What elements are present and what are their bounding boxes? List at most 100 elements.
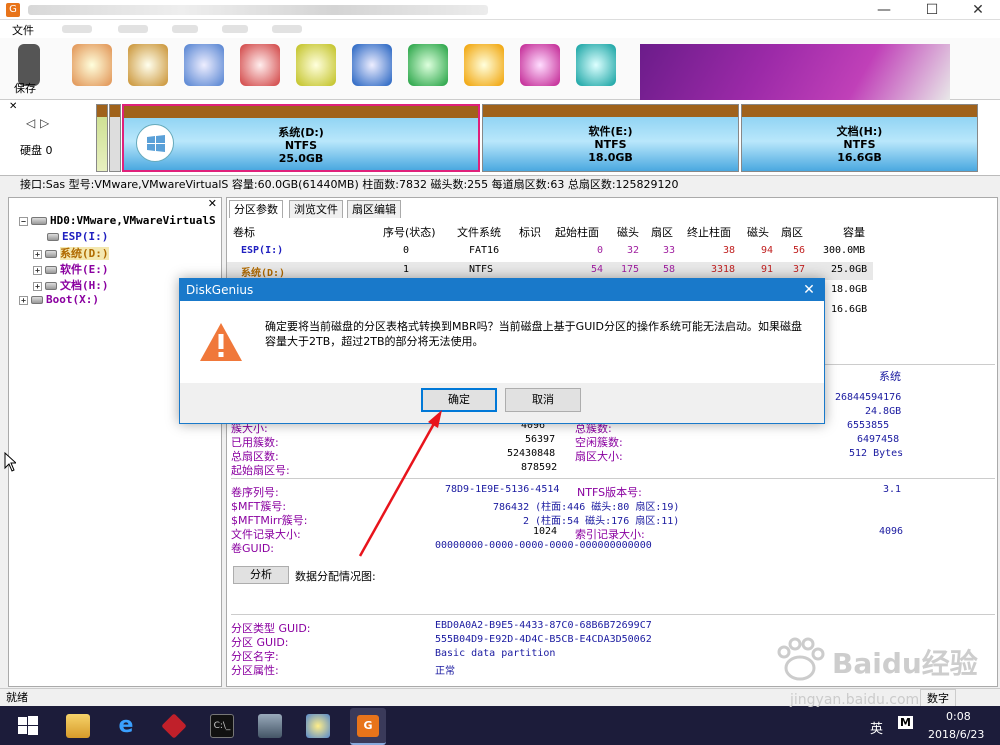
save-changes-icon[interactable] [408, 44, 448, 86]
ime-indicator[interactable]: 英 [870, 718, 883, 737]
col-header[interactable]: 扇区 [781, 224, 803, 240]
tab-browse-files[interactable]: 浏览文件 [289, 200, 343, 218]
menu-item-blurred[interactable] [222, 25, 248, 33]
ime-mode-icon[interactable]: M [898, 716, 913, 729]
dialog-title: DiskGenius [180, 279, 824, 301]
app-icon[interactable] [306, 714, 330, 738]
table-cell: 94 [761, 245, 774, 256]
expand-icon[interactable]: + [33, 249, 42, 259]
search-partition-icon[interactable] [72, 44, 112, 86]
window-title-blurred [28, 5, 488, 15]
collapse-icon[interactable]: − [19, 216, 28, 226]
maximize-button[interactable]: ☐ [910, 0, 954, 20]
table-cell: 1 [403, 264, 410, 275]
disk-icon [31, 217, 47, 225]
tab-partition-params[interactable]: 分区参数 [229, 200, 283, 218]
detail-value: 3.1 [883, 484, 902, 495]
clock-date[interactable]: 2018/6/23 [928, 728, 984, 741]
internet-explorer-icon[interactable]: e [114, 714, 138, 738]
tree-item-software[interactable]: + 软件(E:) [33, 261, 109, 277]
new-partition-icon[interactable] [240, 44, 280, 86]
next-disk-icon[interactable]: ▷ [40, 116, 49, 130]
col-header[interactable]: 终止柱面 [687, 224, 731, 240]
table-cell: 38 [723, 245, 736, 256]
table-cell: NTFS [469, 264, 494, 275]
backup-icon[interactable] [184, 44, 224, 86]
col-header[interactable]: 文件系统 [457, 224, 501, 240]
detail-value: 555B04D9-E92D-4D4C-B5CB-E4CDA3D50062 [435, 634, 652, 645]
col-header[interactable]: 序号(状态) [383, 224, 436, 240]
partition-bar-boot[interactable] [109, 104, 121, 172]
tool-icon[interactable] [576, 44, 616, 86]
menu-bar: 文件 [0, 20, 1000, 38]
col-header[interactable]: 磁头 [747, 224, 769, 240]
partition-bar-software[interactable]: 软件(E:) NTFS 18.0GB [482, 104, 739, 172]
tree-item-system[interactable]: + 系统(D:) [33, 245, 109, 261]
tree-item-esp[interactable]: ESP(I:) [47, 230, 108, 243]
app-icon-red[interactable] [161, 713, 187, 739]
table-cell[interactable]: 系统(D:) [241, 264, 285, 279]
menu-item-blurred[interactable] [172, 25, 198, 33]
menu-item-blurred[interactable] [62, 25, 92, 33]
dialog-body: 确定要将当前磁盘的分区表格式转换到MBR吗？当前磁盘上基于GUID分区的操作系统… [180, 301, 824, 383]
command-prompt-icon[interactable]: C:\_ [210, 714, 234, 738]
table-cell[interactable]: ESP(I:) [241, 245, 283, 256]
detail-value: 78D9-1E9E-5136-4514 [445, 484, 560, 495]
tree-item-boot[interactable]: + Boot(X:) [19, 293, 99, 306]
table-cell: 33 [663, 245, 676, 256]
diskgenius-taskbar-icon[interactable]: G [350, 708, 386, 745]
detail-value: 1024 [533, 526, 558, 537]
status-text: 就绪 [6, 691, 28, 704]
col-header[interactable]: 容量 [843, 224, 865, 240]
partition-name: 文档(H:) [836, 125, 883, 138]
minimize-button[interactable]: — [862, 0, 906, 20]
expand-icon[interactable]: + [33, 281, 42, 291]
prev-disk-icon[interactable]: ◁ [26, 116, 35, 130]
detail-value: 00000000-0000-0000-0000-000000000000 [435, 540, 652, 551]
tree-disk-node[interactable]: − HD0:VMware,VMwareVirtualS [19, 214, 216, 227]
dialog-close-button[interactable]: ✕ [794, 279, 824, 301]
partition-bar-esp[interactable] [96, 104, 108, 172]
partition-size: 25.0GB [278, 152, 324, 165]
tool-icon[interactable] [464, 44, 504, 86]
partition-bar-system[interactable]: 系统(D:) NTFS 25.0GB [122, 104, 480, 172]
delete-icon[interactable] [352, 44, 392, 86]
table-cell: 16.6GB [831, 304, 868, 315]
menu-file[interactable]: 文件 [12, 22, 34, 38]
col-header[interactable]: 卷标 [233, 224, 255, 240]
analyze-button[interactable]: 分析 [233, 566, 289, 584]
tree-item-docs[interactable]: + 文档(H:) [33, 277, 109, 293]
tree-item-label: Boot(X:) [46, 293, 99, 306]
col-header[interactable]: 磁头 [617, 224, 639, 240]
cancel-button[interactable]: 取消 [505, 388, 581, 412]
dialog-message: 确定要将当前磁盘的分区表格式转换到MBR吗？当前磁盘上基于GUID分区的操作系统… [265, 320, 802, 348]
col-header[interactable]: 标识 [519, 224, 541, 240]
network-icon[interactable] [258, 714, 282, 738]
close-icon[interactable]: ✕ [9, 101, 17, 112]
partition-name: 系统(D:) [278, 126, 324, 139]
disk-map: ✕ ◁ ▷ 硬盘 0 系统(D:) NTFS 25.0GB 软件(E:) NTF… [0, 100, 1000, 176]
expand-icon[interactable]: + [19, 295, 28, 305]
detail-value: 56397 [525, 434, 556, 445]
close-window-button[interactable]: ✕ [956, 0, 1000, 20]
detail-value: 878592 [521, 462, 558, 473]
menu-item-blurred[interactable] [118, 25, 148, 33]
tab-sector-edit[interactable]: 扇区编辑 [347, 200, 401, 218]
file-explorer-icon[interactable] [66, 714, 90, 738]
format-icon[interactable] [296, 44, 336, 86]
menu-item-blurred[interactable] [272, 25, 302, 33]
col-header[interactable]: 起始柱面 [555, 224, 599, 240]
expand-icon[interactable]: + [33, 265, 42, 275]
close-icon[interactable]: ✕ [208, 197, 217, 210]
table-cell: 91 [761, 264, 774, 275]
partition-bar-docs[interactable]: 文档(H:) NTFS 16.6GB [741, 104, 978, 172]
table-cell: 32 [627, 245, 640, 256]
windows-start-icon[interactable] [16, 714, 40, 738]
col-header[interactable]: 扇区 [651, 224, 673, 240]
title-bar: G — ☐ ✕ [0, 0, 1000, 20]
ok-button[interactable]: 确定 [421, 388, 497, 412]
tool-icon[interactable] [520, 44, 560, 86]
partition-size: 16.6GB [837, 151, 882, 164]
recover-icon[interactable] [128, 44, 168, 86]
save-button-label[interactable]: 保存 [14, 80, 36, 96]
